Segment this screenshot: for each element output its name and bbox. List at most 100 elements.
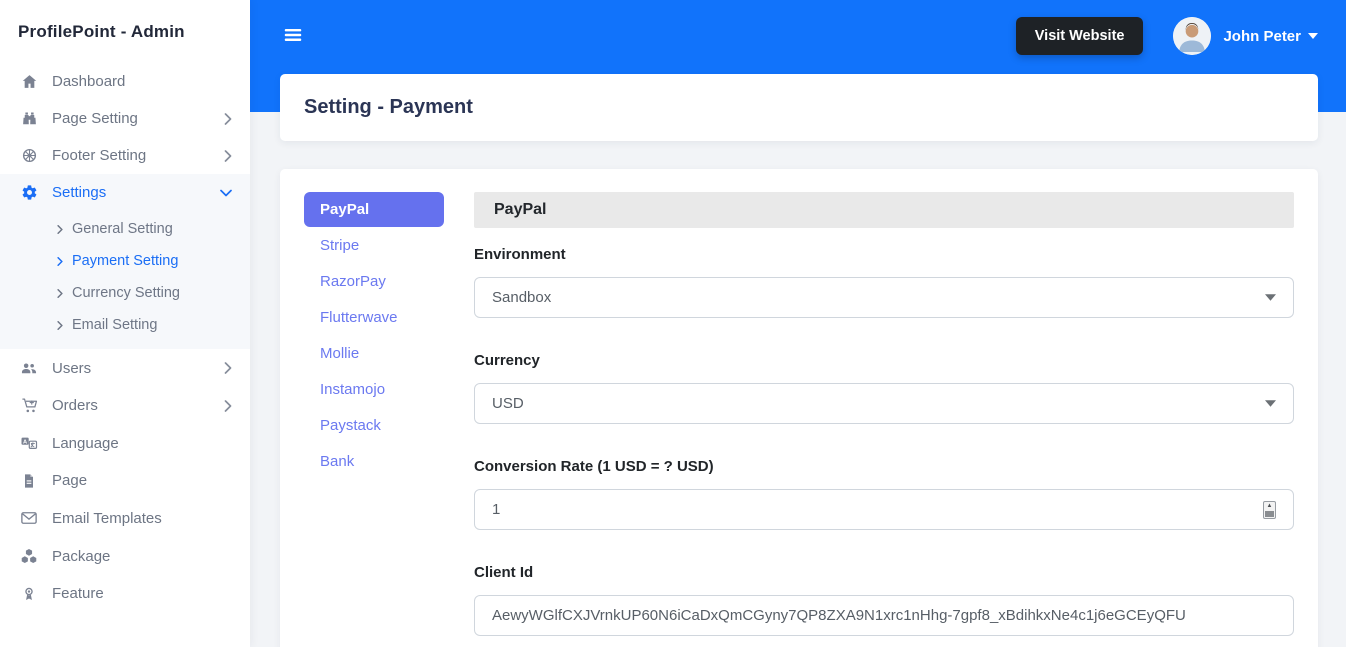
sidebar-subitem-payment-setting[interactable]: Payment Setting: [0, 245, 250, 277]
sidebar-item-page-setting[interactable]: Page Setting: [0, 100, 250, 137]
sidebar-item-dashboard[interactable]: Dashboard: [0, 63, 250, 100]
topbar-row: Visit Website John Peter: [250, 0, 1346, 56]
chevron-down-icon: [220, 189, 232, 197]
sidebar-group-language: A Language: [0, 424, 250, 462]
cubes-icon: [18, 547, 40, 565]
chevron-right-icon: [224, 399, 232, 412]
sidebar-item-orders[interactable]: Orders: [0, 387, 250, 424]
tab-paystack[interactable]: Paystack: [304, 408, 444, 443]
sidebar-item-language[interactable]: A Language: [0, 424, 250, 462]
settings-form: Environment Sandbox Currency USD Conversion …: [474, 246, 1294, 636]
users-icon: [18, 359, 40, 377]
bars-icon: [282, 24, 304, 49]
sidebar-item-feature[interactable]: Feature: [0, 575, 250, 612]
tab-paypal[interactable]: PayPal: [304, 192, 444, 227]
chevron-right-icon: [57, 320, 63, 330]
page-title-card: Setting - Payment: [280, 74, 1318, 141]
sidebar-group-email-templates: Email Templates: [0, 499, 250, 537]
tab-razorpay[interactable]: RazorPay: [304, 264, 444, 299]
user-menu[interactable]: John Peter: [1173, 17, 1318, 55]
sidebar-item-label: Package: [52, 547, 111, 565]
sidebar-item-package[interactable]: Package: [0, 537, 250, 575]
svg-text:A: A: [23, 439, 27, 445]
sidebar-submenu: General Setting Payment Setting Currency S…: [0, 211, 250, 349]
sidebar-subitem-email-setting[interactable]: Email Setting: [0, 309, 250, 341]
settings-panel: PayPal Environment Sandbox Currency USD Conv…: [474, 192, 1294, 647]
environment-select[interactable]: Sandbox: [474, 277, 1294, 318]
sidebar-group-page: Page: [0, 462, 250, 499]
number-spinner[interactable]: ▲: [1263, 500, 1276, 519]
chevron-right-icon: [57, 256, 63, 266]
page-title: Setting - Payment: [304, 96, 473, 118]
select-caret-icon: [1265, 294, 1276, 301]
sidebar-item-label: Dashboard: [52, 73, 126, 90]
app-title: ProfilePoint - Admin: [18, 22, 185, 41]
sidebar-subitem-label: Payment Setting: [72, 253, 179, 269]
field-value: AewyWGlfCXJVrnkUP60N6iCaDxQmCGyny7QP8ZXA…: [492, 607, 1186, 624]
chevron-right-icon: [57, 224, 63, 234]
sidebar-nav: Dashboard Page Setting Footer Setting Setti…: [0, 63, 250, 612]
chevron-right-icon: [224, 362, 232, 374]
file-icon: [18, 473, 40, 489]
caret-down-icon: [1308, 33, 1318, 39]
sidebar-subitem-label: General Setting: [72, 221, 173, 237]
main-column: Visit Website John Peter Setting - Payme…: [250, 0, 1346, 647]
sidebar-item-label: Feature: [52, 585, 104, 602]
tab-stripe[interactable]: Stripe: [304, 228, 444, 263]
sidebar-item-email-templates[interactable]: Email Templates: [0, 499, 250, 537]
gear-icon: [18, 184, 40, 201]
sidebar-item-label: Language: [52, 434, 119, 452]
visit-website-button[interactable]: Visit Website: [1015, 17, 1144, 55]
envelope-icon: [18, 509, 40, 527]
sidebar-group-dashboard: Dashboard: [0, 63, 250, 100]
sidebar-group-page-setting: Page Setting: [0, 100, 250, 137]
form-group-environment: Environment Sandbox: [474, 246, 1294, 318]
sidebar-item-label: Users: [52, 359, 92, 377]
sidebar-subitem-label: Currency Setting: [72, 285, 180, 301]
sidebar-subitem-general-setting[interactable]: General Setting: [0, 213, 250, 245]
field-value: Sandbox: [492, 289, 552, 306]
app-root: ProfilePoint - Admin Dashboard Page Setti…: [0, 0, 1346, 647]
content-card: PayPal Stripe RazorPay Flutterwave Mollie Ins…: [280, 169, 1318, 647]
language-icon: A: [18, 434, 40, 452]
select-caret-icon: [1265, 400, 1276, 407]
sidebar-item-label: Page Setting: [52, 110, 138, 127]
binoculars-icon: [18, 110, 40, 127]
sidebar-item-page[interactable]: Page: [0, 462, 250, 499]
sidebar: ProfilePoint - Admin Dashboard Page Setti…: [0, 0, 250, 647]
conversion-rate-1-usd-usd-input[interactable]: 1 ▲: [474, 489, 1294, 530]
sidebar-group-footer-setting: Footer Setting: [0, 137, 250, 174]
tab-bank[interactable]: Bank: [304, 444, 444, 479]
home-icon: [18, 73, 40, 90]
sidebar-subitem-label: Email Setting: [72, 317, 158, 333]
sidebar-item-settings[interactable]: Settings: [0, 174, 250, 211]
sidebar-item-users[interactable]: Users: [0, 349, 250, 387]
sidebar-item-label: Orders: [52, 397, 98, 414]
chevron-right-icon: [224, 149, 232, 162]
sidebar-group-orders: Orders: [0, 387, 250, 424]
cart-plus-icon: [18, 397, 40, 414]
form-group-client-id: Client Id AewyWGlfCXJVrnkUP60N6iCaDxQmCGy…: [474, 564, 1294, 636]
sidebar-group-users: Users: [0, 349, 250, 387]
currency-label: Currency: [474, 352, 540, 369]
sidebar-item-footer-setting[interactable]: Footer Setting: [0, 137, 250, 174]
tab-instamojo[interactable]: Instamojo: [304, 372, 444, 407]
sidebar-item-label: Email Templates: [52, 509, 162, 527]
environment-label: Environment: [474, 246, 566, 263]
award-icon: [18, 586, 40, 602]
form-group-currency: Currency USD: [474, 352, 1294, 424]
currency-select[interactable]: USD: [474, 383, 1294, 424]
payment-method-tabs: PayPal Stripe RazorPay Flutterwave Mollie Ins…: [304, 192, 444, 647]
sidebar-group-feature: Feature: [0, 575, 250, 612]
sidebar-group-package: Package: [0, 537, 250, 575]
sidebar-subitem-currency-setting[interactable]: Currency Setting: [0, 277, 250, 309]
tab-mollie[interactable]: Mollie: [304, 336, 444, 371]
menu-toggle-button[interactable]: [280, 22, 306, 51]
client-id-input[interactable]: AewyWGlfCXJVrnkUP60N6iCaDxQmCGyny7QP8ZXA…: [474, 595, 1294, 636]
client-id-label: Client Id: [474, 564, 534, 581]
tab-flutterwave[interactable]: Flutterwave: [304, 300, 444, 335]
avatar[interactable]: [1173, 17, 1212, 55]
wheel-icon: [18, 147, 40, 164]
sidebar-item-label: Page: [52, 472, 88, 489]
form-group-conversion-rate-1-usd-usd: Conversion Rate (1 USD = ? USD) 1 ▲: [474, 458, 1294, 530]
